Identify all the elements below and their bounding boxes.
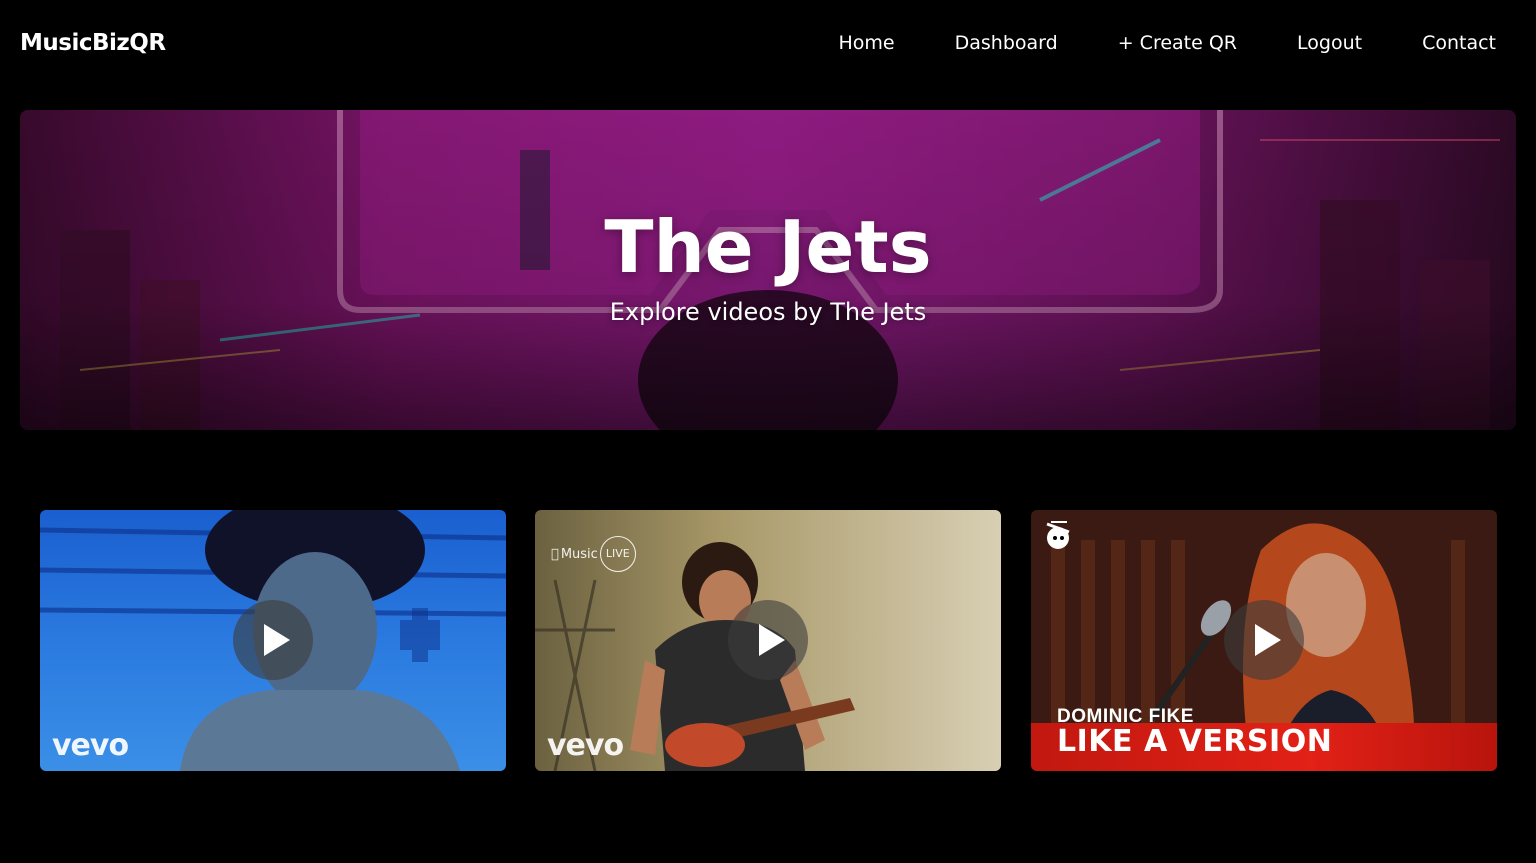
vevo-logo: vevo [52,728,129,763]
top-navbar: MusicBizQR Home Dashboard + Create QR Lo… [0,0,1536,90]
hero-title: The Jets [604,205,932,289]
play-icon[interactable] [728,600,808,680]
apple-music-live-logo:  Music LIVE [551,536,636,572]
hero-subtitle: Explore videos by The Jets [609,298,927,326]
apple-icon:  [551,547,559,562]
nav-create-qr-link[interactable]: + Create QR [1118,32,1237,54]
video-card[interactable]: DOMINIC FIKE LIKE A VERSION [1031,510,1497,771]
vevo-logo: vevo [547,728,624,763]
play-icon[interactable] [1224,600,1304,680]
video-grid: vevo Music LIVE vevo DOMINIC FIKE LIKE A… [40,510,1497,772]
triple-j-logo-icon [1046,521,1070,549]
nav-home-link[interactable]: Home [839,32,895,54]
nav-dashboard-link[interactable]: Dashboard [955,32,1058,54]
video-card[interactable]:  Music LIVE vevo [535,510,1001,771]
nav-logout-link[interactable]: Logout [1297,32,1362,54]
nav-contact-link[interactable]: Contact [1422,32,1496,54]
series-title: LIKE A VERSION [1057,724,1333,759]
nav-links: Home Dashboard + Create QR Logout Contac… [779,32,1496,54]
play-icon[interactable] [233,600,313,680]
video-card[interactable]: vevo [40,510,506,771]
brand-logo[interactable]: MusicBizQR [20,30,166,56]
hero-banner: The Jets Explore videos by The Jets [20,110,1516,430]
